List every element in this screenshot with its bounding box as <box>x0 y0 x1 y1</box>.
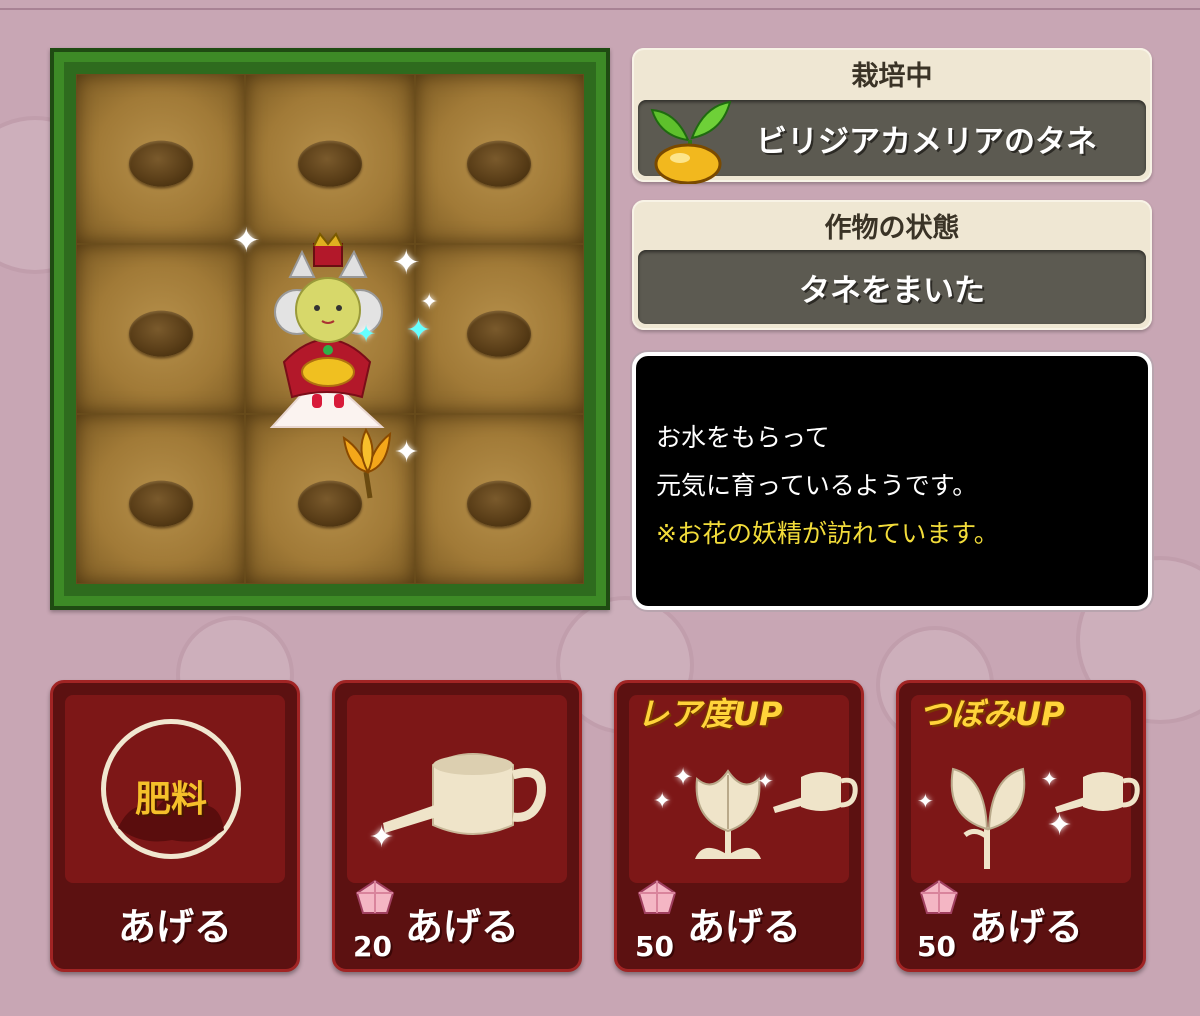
button-icon-area: つぼみUP ✦ ✦ ✦ <box>911 695 1140 883</box>
rarity-up-banner: レア度UP <box>637 695 783 733</box>
sparkle-icon: ✦ <box>369 820 395 855</box>
soil-plot[interactable] <box>245 74 415 244</box>
seed-sprout-icon <box>650 100 732 184</box>
message-box: お水をもらって 元気に育っているようです。 ※お花の妖精が訪れています。 <box>632 352 1152 610</box>
watering-can-icon <box>773 772 858 813</box>
soil-plot[interactable] <box>414 244 584 414</box>
gem-cost: 20 <box>353 930 392 963</box>
button-icon-area: 肥料 <box>65 695 285 883</box>
fairy-visit-note: ※お花の妖精が訪れています。 <box>656 519 999 548</box>
soil-plot[interactable] <box>414 414 584 584</box>
soil-plot[interactable] <box>414 74 584 244</box>
give-label: あげる <box>405 905 520 949</box>
planted-seed-icon <box>467 480 532 527</box>
button-icon-area: レア度UP ✦ ✦ ✦ <box>629 695 858 883</box>
give-fertilizer-button[interactable]: 肥料 あげる <box>50 680 300 972</box>
gem-icon <box>355 879 395 914</box>
fertilizer-icon: 肥料 <box>101 719 241 859</box>
sparkle-icon: ✦ <box>653 789 672 814</box>
gem-icon <box>919 879 959 914</box>
crop-status-panel: 作物の状態 タネをまいた <box>632 200 1152 330</box>
sparkle-icon: ✦ <box>757 769 774 793</box>
planted-seed-icon <box>467 140 532 187</box>
sparkle-icon: ✦ <box>1047 808 1073 843</box>
bud-up-button[interactable]: つぼみUP ✦ ✦ ✦ 50 あげる <box>896 680 1146 972</box>
gem-icon <box>637 879 677 914</box>
message-line: お水をもらって <box>656 423 830 452</box>
give-label: あげる <box>687 905 802 949</box>
planted-seed-icon <box>297 140 362 187</box>
button-icon-area: ✦ <box>347 695 567 883</box>
cultivation-title: 栽培中 <box>851 61 933 92</box>
crop-status-value: タネをまいた <box>799 272 985 309</box>
give-water-button[interactable]: ✦ 20 あげる <box>332 680 582 972</box>
bud-up-banner: つぼみUP <box>919 695 1065 733</box>
sparkle-icon: ✦ <box>420 290 439 315</box>
soil-plot[interactable] <box>76 244 246 414</box>
give-label: あげる <box>117 905 232 949</box>
planted-seed-icon <box>128 140 193 187</box>
planted-seed-icon <box>467 310 532 357</box>
sparkle-icon: ✦ <box>1041 767 1058 791</box>
crop-status-field: タネをまいた <box>638 250 1146 324</box>
bud-icon <box>950 767 1026 869</box>
planted-seed-icon <box>128 310 193 357</box>
sparkle-icon: ✦ <box>406 313 432 348</box>
message-line: 元気に育っているようです。 <box>656 471 978 500</box>
cultivation-panel: 栽培中 ビリジアカメリアのタネ <box>632 48 1152 184</box>
watering-can-icon <box>383 753 546 835</box>
sparkle-icon: ✦ <box>394 435 420 470</box>
gem-cost: 50 <box>917 930 956 963</box>
sparkle-icon: ✦ <box>232 221 261 261</box>
top-divider <box>0 8 1200 10</box>
seed-name: ビリジアカメリアのタネ <box>756 123 1097 160</box>
sparkle-icon: ✦ <box>917 789 934 813</box>
soil-plot[interactable] <box>76 74 246 244</box>
sparkle-icon: ✦ <box>392 243 421 283</box>
gem-cost: 50 <box>635 930 674 963</box>
rarity-up-button[interactable]: レア度UP ✦ ✦ ✦ 50 あげる <box>614 680 864 972</box>
planted-seed-icon <box>128 480 193 527</box>
sparkle-icon: ✦ <box>673 763 694 791</box>
soil-plot[interactable] <box>76 414 246 584</box>
crop-status-title: 作物の状態 <box>824 213 960 244</box>
fertilizer-badge: 肥料 <box>134 779 207 820</box>
give-label: あげる <box>969 905 1084 949</box>
sparkle-icon: ✦ <box>356 320 377 348</box>
